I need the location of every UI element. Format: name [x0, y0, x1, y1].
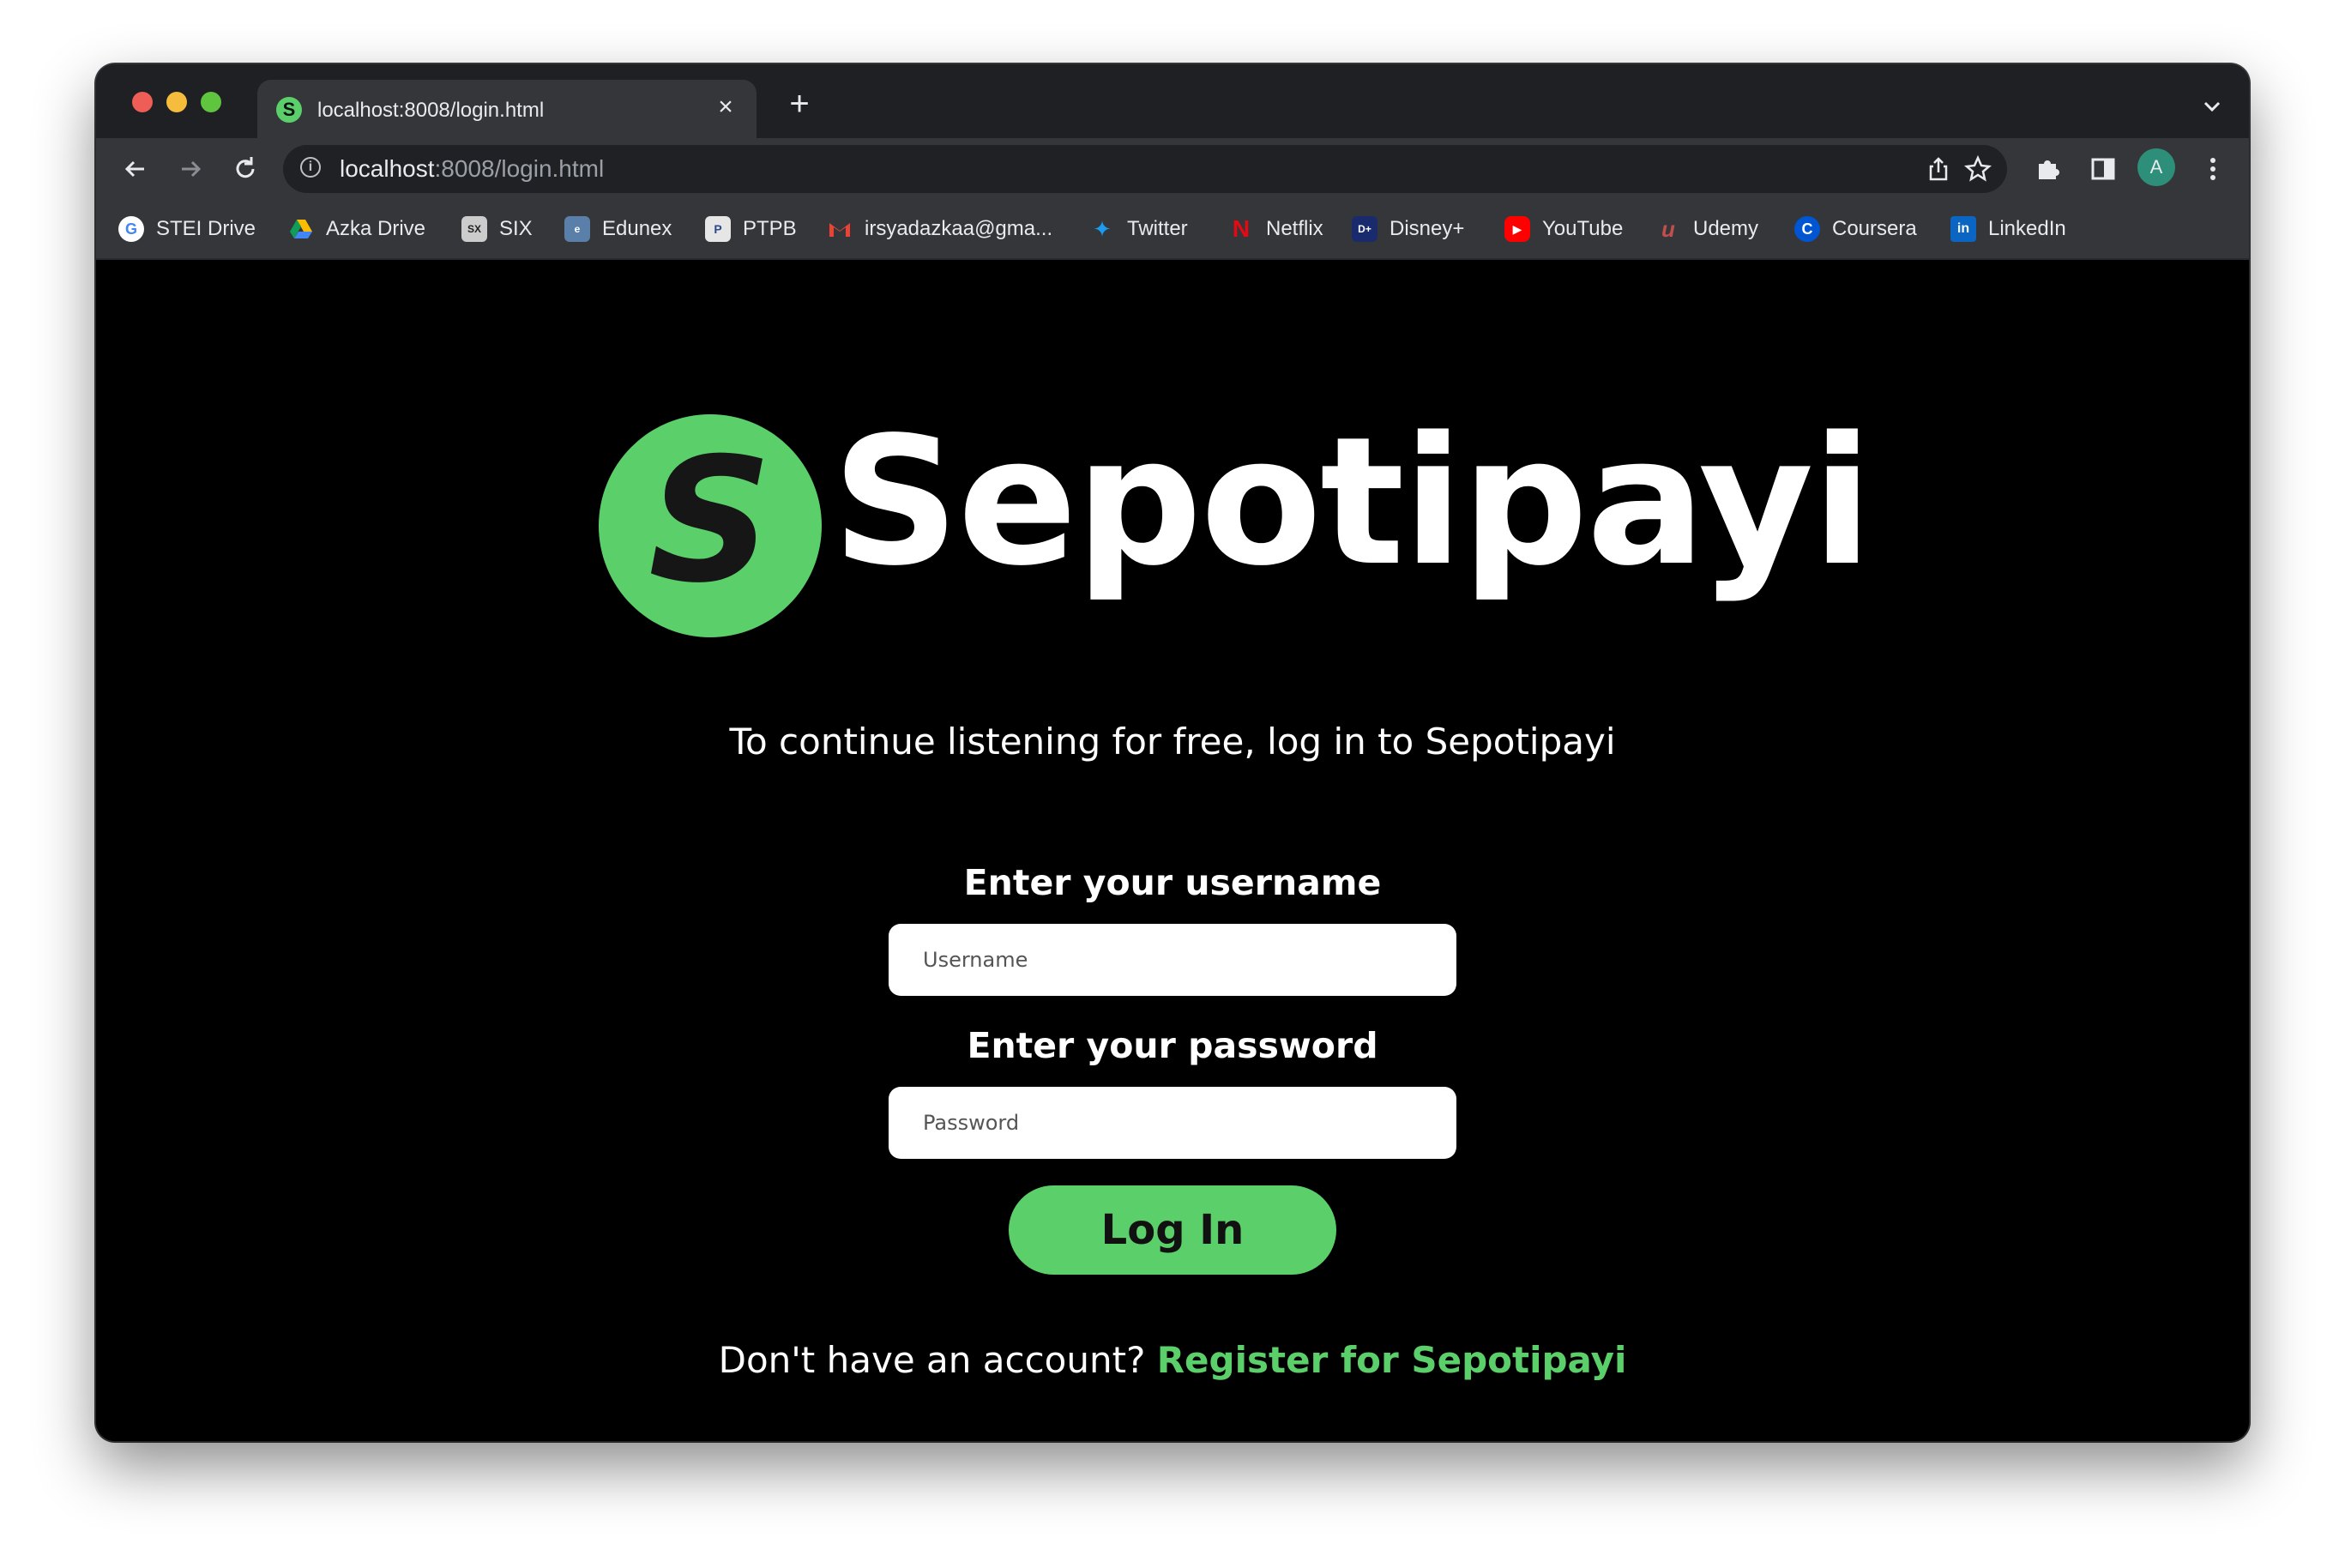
tab-login[interactable]: S localhost:8008/login.html ×	[257, 80, 757, 138]
bookmark-ptpb[interactable]: P PTPB	[705, 214, 797, 244]
netflix-icon: N	[1232, 215, 1251, 242]
browser-menu-icon[interactable]	[2196, 152, 2230, 186]
site-info-icon[interactable]: i	[300, 157, 321, 178]
close-window-button[interactable]	[132, 92, 153, 112]
register-link[interactable]: Register for Sepotipayi	[1157, 1339, 1627, 1381]
password-label: Enter your password	[967, 1025, 1378, 1066]
six-icon: SX	[461, 216, 487, 242]
tab-strip: S localhost:8008/login.html × +	[96, 64, 2249, 138]
bookmarks-bar: G STEI Drive Azka Drive SX SIX e Edunex …	[96, 198, 2249, 260]
extensions-puzzle-icon[interactable]	[2031, 152, 2065, 186]
login-button[interactable]: Log In	[1009, 1185, 1336, 1275]
minimize-window-button[interactable]	[166, 92, 187, 112]
bookmark-disney-plus[interactable]: D+ Disney+	[1352, 214, 1464, 244]
new-tab-button[interactable]: +	[782, 87, 817, 123]
address-url: localhost:8008/login.html	[340, 155, 605, 182]
logo-letter: S	[648, 421, 773, 621]
login-page: S Sepotipayi To continue listening for f…	[96, 260, 2249, 1441]
login-subtitle: To continue listening for free, log in t…	[729, 721, 1616, 763]
udemy-icon: u	[1661, 215, 1675, 242]
register-prompt: Don't have an account? Register for Sepo…	[96, 1339, 2249, 1381]
bookmark-six[interactable]: SX SIX	[461, 214, 533, 244]
share-icon[interactable]	[1923, 154, 1954, 184]
google-drive-icon	[288, 216, 314, 242]
bookmark-azka-drive[interactable]: Azka Drive	[288, 214, 425, 244]
brand-name: Sepotipayi	[832, 399, 1872, 605]
bookmark-udemy[interactable]: u Udemy	[1655, 214, 1758, 244]
browser-window: S localhost:8008/login.html × + i localh…	[96, 64, 2249, 1441]
gmail-icon	[827, 216, 853, 242]
edunex-icon: e	[564, 216, 590, 242]
bookmark-linkedin[interactable]: in LinkedIn	[1950, 214, 2066, 244]
google-icon: G	[118, 216, 144, 242]
bookmark-edunex[interactable]: e Edunex	[564, 214, 672, 244]
bookmark-netflix[interactable]: N Netflix	[1228, 214, 1323, 244]
ptpb-icon: P	[705, 216, 731, 242]
register-prompt-text: Don't have an account?	[718, 1339, 1157, 1381]
reload-icon[interactable]	[228, 152, 262, 186]
browser-toolbar: i localhost:8008/login.html A	[96, 138, 2249, 198]
tab-title: localhost:8008/login.html	[317, 99, 545, 122]
close-tab-icon[interactable]: ×	[710, 92, 741, 123]
password-input[interactable]	[889, 1087, 1456, 1159]
address-bar[interactable]: i localhost:8008/login.html	[283, 145, 2007, 193]
side-panel-icon[interactable]	[2086, 152, 2120, 186]
sepotipayi-favicon-icon: S	[276, 97, 302, 123]
forward-arrow-icon[interactable]	[173, 152, 208, 186]
sepotipayi-logo-icon: S	[599, 414, 822, 637]
coursera-icon: C	[1794, 216, 1820, 242]
disney-plus-icon: D+	[1352, 216, 1377, 242]
bookmark-star-icon[interactable]	[1962, 154, 1993, 184]
bookmark-coursera[interactable]: C Coursera	[1794, 214, 1917, 244]
maximize-window-button[interactable]	[201, 92, 221, 112]
youtube-icon: ▶	[1504, 216, 1530, 242]
bookmark-youtube[interactable]: ▶ YouTube	[1504, 214, 1623, 244]
back-arrow-icon[interactable]	[118, 152, 153, 186]
linkedin-icon: in	[1950, 216, 1976, 242]
bookmark-stei-drive[interactable]: G STEI Drive	[118, 214, 256, 244]
username-input[interactable]	[889, 924, 1456, 996]
tab-search-chevron-icon[interactable]	[2199, 93, 2225, 119]
bookmark-twitter[interactable]: ✦ Twitter	[1089, 214, 1188, 244]
username-label: Enter your username	[963, 862, 1382, 903]
profile-avatar[interactable]: A	[2137, 148, 2175, 186]
twitter-icon: ✦	[1093, 215, 1112, 242]
bookmark-gmail[interactable]: irsyadazkaa@gma...	[827, 214, 1052, 244]
